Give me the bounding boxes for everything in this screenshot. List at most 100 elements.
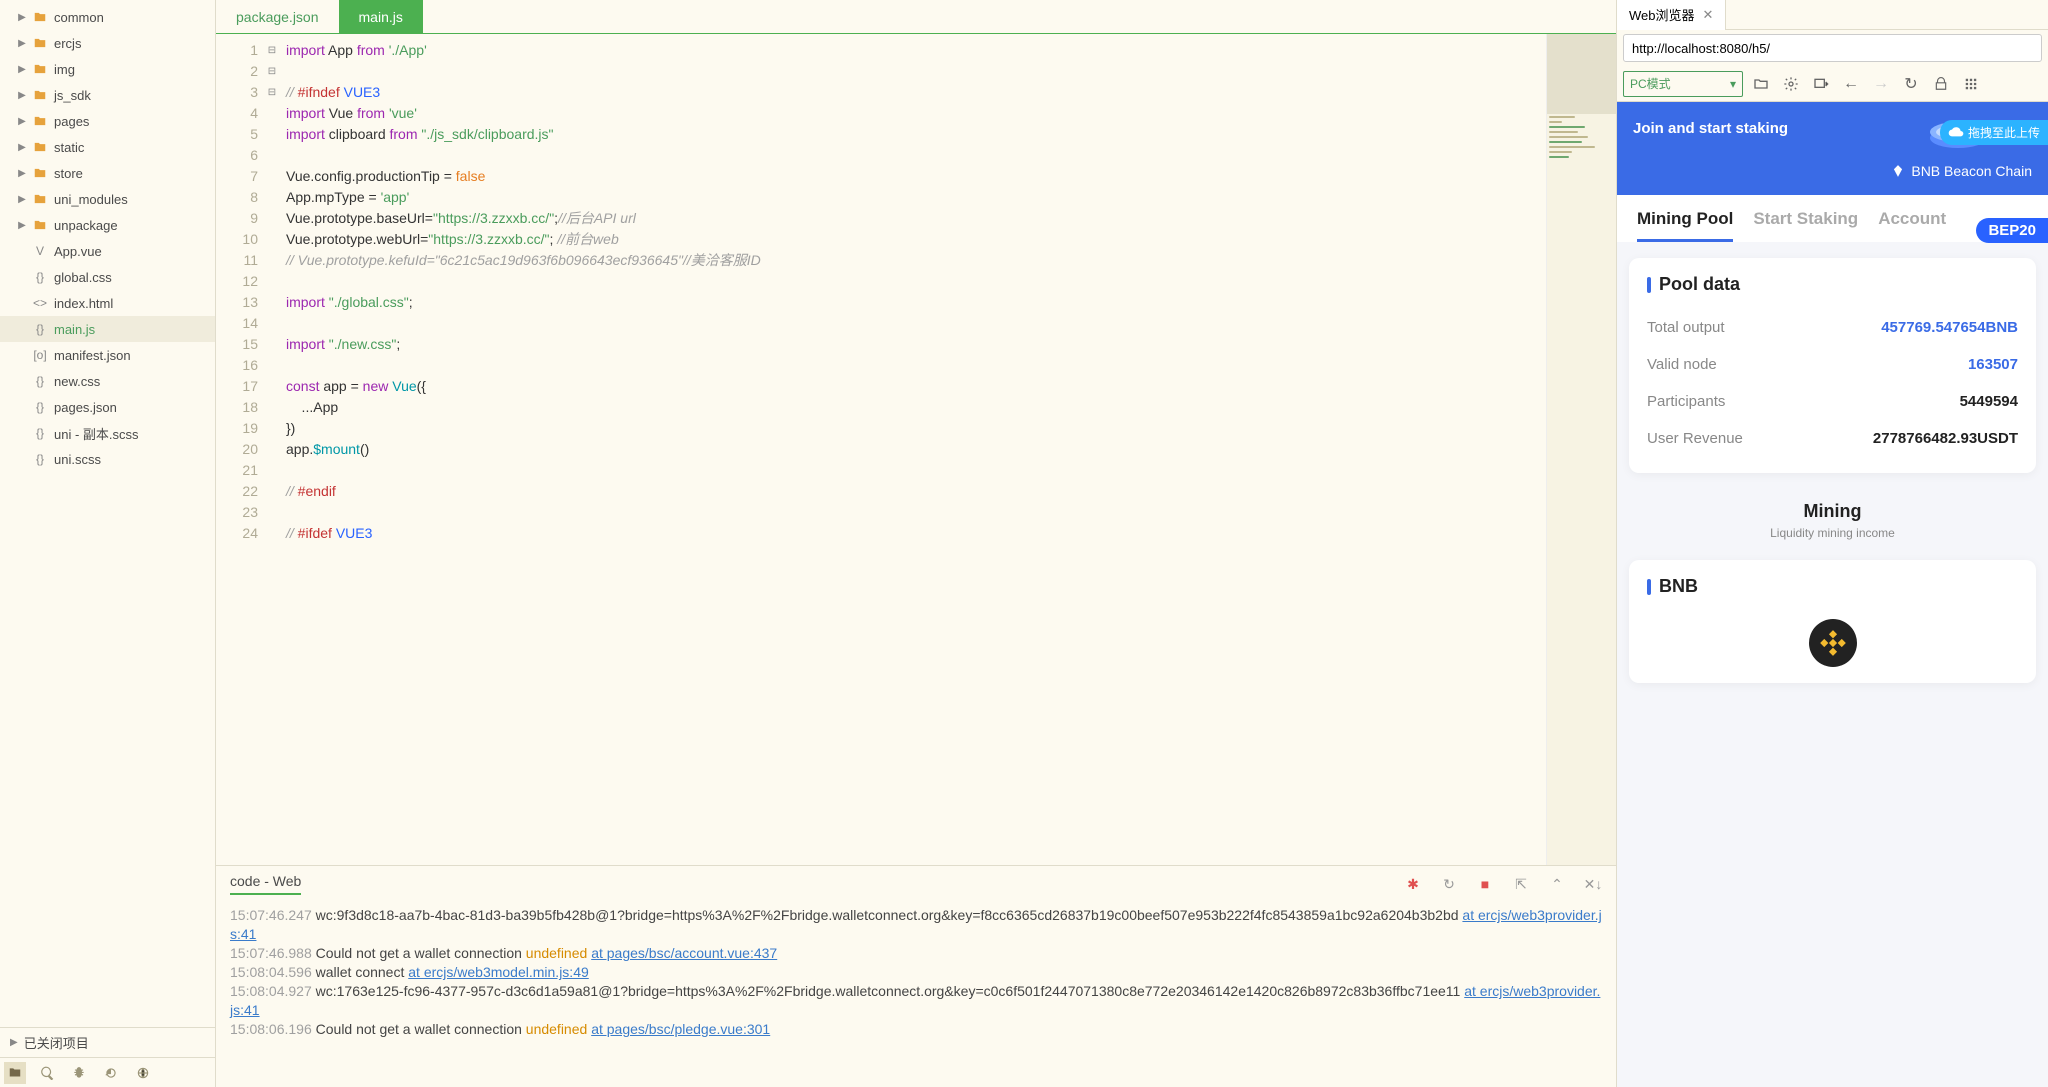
console-source-link[interactable]: at ercjs/web3model.min.js:49 bbox=[408, 964, 589, 980]
folder-item[interactable]: ▶ js_sdk bbox=[0, 82, 215, 108]
folder-label: static bbox=[54, 140, 84, 155]
folder-label: js_sdk bbox=[54, 88, 91, 103]
folder-item[interactable]: ▶store bbox=[0, 160, 215, 186]
plugin-tab-button[interactable] bbox=[132, 1062, 154, 1084]
console-log-line: 15:08:04.927 wc:1763e125-fc96-4377-957c-… bbox=[230, 982, 1602, 1020]
lock-icon[interactable] bbox=[1929, 72, 1953, 96]
grid-button[interactable] bbox=[1959, 72, 1983, 96]
file-item[interactable]: VApp.vue bbox=[0, 238, 215, 264]
folder-label: img bbox=[54, 62, 75, 77]
pool-stat-row: Valid node163507 bbox=[1647, 346, 2018, 383]
file-label: App.vue bbox=[54, 244, 102, 259]
chevron-right-icon: ▶ bbox=[16, 194, 28, 205]
folder-icon bbox=[32, 61, 48, 77]
collapse-up-icon[interactable]: ⌃ bbox=[1548, 875, 1566, 893]
chevron-down-icon: ▾ bbox=[1730, 77, 1736, 91]
file-item[interactable]: [o]manifest.json bbox=[0, 342, 215, 368]
stat-label: Participants bbox=[1647, 393, 1725, 410]
file-item[interactable]: {}uni - 副本.scss bbox=[0, 420, 215, 446]
folder-item[interactable]: ▶pages bbox=[0, 108, 215, 134]
file-item[interactable]: {} main.js bbox=[0, 316, 215, 342]
stat-label: User Revenue bbox=[1647, 430, 1743, 447]
file-label: global.css bbox=[54, 270, 112, 285]
stat-label: Valid node bbox=[1647, 356, 1717, 373]
console-source-link[interactable]: at pages/bsc/pledge.vue:301 bbox=[591, 1021, 770, 1037]
file-item[interactable]: {}new.css bbox=[0, 368, 215, 394]
url-input[interactable] bbox=[1623, 34, 2042, 62]
folder-item[interactable]: ▶ img bbox=[0, 56, 215, 82]
editor-tab[interactable]: main.js bbox=[339, 0, 423, 33]
editor-tab[interactable]: package.json bbox=[216, 0, 339, 33]
folder-item[interactable]: ▶common bbox=[0, 4, 215, 30]
console-source-link[interactable]: at ercjs/web3provider.js:41 bbox=[230, 907, 1602, 942]
preview-viewport[interactable]: Join and start staking 拖拽至此上传 BNB Beacon… bbox=[1617, 102, 2048, 1087]
chevron-right-icon: ▶ bbox=[10, 1037, 18, 1048]
file-label: index.html bbox=[54, 296, 113, 311]
file-icon: {} bbox=[32, 399, 48, 415]
folder-item[interactable]: ▶ uni_modules bbox=[0, 186, 215, 212]
line-number-gutter: 123456789101112131415161718192021222324 bbox=[216, 34, 264, 865]
stop-icon[interactable]: ■ bbox=[1476, 875, 1494, 893]
file-item[interactable]: {}pages.json bbox=[0, 394, 215, 420]
close-icon[interactable]: ✕ bbox=[1703, 7, 1714, 23]
refresh-button[interactable]: ↻ bbox=[1899, 72, 1923, 96]
chevron-right-icon: ▶ bbox=[16, 64, 28, 75]
clear-icon[interactable]: ✕↓ bbox=[1584, 875, 1602, 893]
bug-icon[interactable]: ✱ bbox=[1404, 875, 1422, 893]
file-icon: <> bbox=[32, 295, 48, 311]
console-source-link[interactable]: at pages/bsc/account.vue:437 bbox=[591, 945, 777, 961]
file-item[interactable]: {}global.css bbox=[0, 264, 215, 290]
preview-nav-tab[interactable]: Account bbox=[1878, 209, 1946, 242]
restart-icon[interactable]: ↻ bbox=[1440, 875, 1458, 893]
browser-tabbar: Web浏览器 ✕ bbox=[1617, 0, 2048, 30]
folder-icon bbox=[32, 35, 48, 51]
open-folder-button[interactable] bbox=[1749, 72, 1773, 96]
folder-icon bbox=[32, 87, 48, 103]
file-item[interactable]: {} uni.scss bbox=[0, 446, 215, 472]
console-source-link[interactable]: at ercjs/web3provider.js:41 bbox=[230, 983, 1600, 1018]
file-icon: {} bbox=[32, 451, 48, 467]
device-mode-select[interactable]: PC模式 ▾ bbox=[1623, 71, 1743, 97]
browser-panel-tab[interactable]: Web浏览器 ✕ bbox=[1617, 0, 1726, 30]
file-label: main.js bbox=[54, 322, 95, 337]
folder-label: store bbox=[54, 166, 83, 181]
file-explorer-sidebar: ▶common▶ercjs▶img▶js_sdk▶pages▶static▶st… bbox=[0, 0, 216, 1087]
cloud-tab-button[interactable] bbox=[100, 1062, 122, 1084]
chevron-right-icon: ▶ bbox=[16, 220, 28, 231]
sidebar-toolbar bbox=[0, 1057, 215, 1087]
minimap[interactable] bbox=[1546, 34, 1616, 865]
code-content[interactable]: import App from './App' // #ifndef VUE3i… bbox=[280, 34, 1546, 865]
back-button[interactable]: ← bbox=[1839, 72, 1863, 96]
folder-item[interactable]: ▶unpackage bbox=[0, 212, 215, 238]
search-tab-button[interactable] bbox=[36, 1062, 58, 1084]
closed-projects-toggle[interactable]: ▶ 已关闭项目 bbox=[0, 1027, 215, 1057]
explorer-tab-button[interactable] bbox=[4, 1062, 26, 1084]
preview-nav-tab[interactable]: Start Staking bbox=[1753, 209, 1858, 242]
folder-item[interactable]: ▶static bbox=[0, 134, 215, 160]
pool-card-title: Pool data bbox=[1647, 274, 2018, 295]
chevron-right-icon: ▶ bbox=[16, 116, 28, 127]
folder-label: uni_modules bbox=[54, 192, 128, 207]
popout-icon[interactable]: ⇱ bbox=[1512, 875, 1530, 893]
file-label: uni.scss bbox=[54, 452, 101, 467]
folder-icon bbox=[32, 217, 48, 233]
devtools-button[interactable] bbox=[1809, 72, 1833, 96]
console-output[interactable]: 15:07:46.247 wc:9f3d8c18-aa7b-4bac-81d3-… bbox=[216, 902, 1616, 1087]
fold-gutter[interactable]: ⊟⊟⊟ bbox=[264, 34, 280, 865]
folder-item[interactable]: ▶ercjs bbox=[0, 30, 215, 56]
mining-subtitle: Liquidity mining income bbox=[1617, 526, 2048, 540]
code-editor[interactable]: 123456789101112131415161718192021222324 … bbox=[216, 34, 1616, 865]
cloud-upload-badge[interactable]: 拖拽至此上传 bbox=[1940, 120, 2048, 145]
chevron-right-icon: ▶ bbox=[16, 90, 28, 101]
preview-nav-tab[interactable]: Mining Pool bbox=[1637, 209, 1733, 242]
forward-button[interactable]: → bbox=[1869, 72, 1893, 96]
file-icon: {} bbox=[32, 321, 48, 337]
debug-tab-button[interactable] bbox=[68, 1062, 90, 1084]
settings-button[interactable] bbox=[1779, 72, 1803, 96]
console-tab[interactable]: code - Web bbox=[230, 873, 301, 895]
pool-data-card: Pool data Total output457769.547654BNBVa… bbox=[1629, 258, 2036, 473]
folder-label: common bbox=[54, 10, 104, 25]
file-item[interactable]: <> index.html bbox=[0, 290, 215, 316]
bnb-card-title: BNB bbox=[1647, 576, 2018, 597]
editor-area: package.jsonmain.js 12345678910111213141… bbox=[216, 0, 1616, 1087]
